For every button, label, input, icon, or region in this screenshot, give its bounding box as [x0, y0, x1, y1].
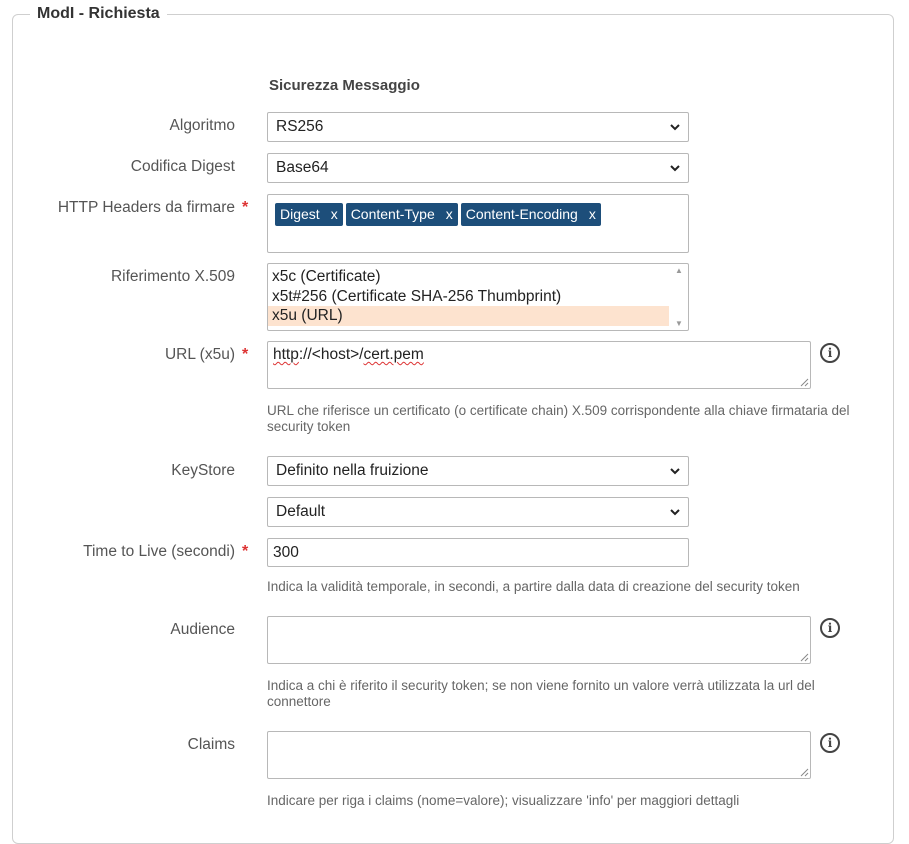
url-part: ://<host>/ [298, 346, 364, 363]
tag-label: Content-Type [350, 206, 435, 222]
url-part: cert.pem [363, 346, 424, 363]
keystore-type-select[interactable]: Default [267, 497, 689, 527]
required-mark: * [242, 543, 249, 560]
fieldset-legend: ModI - Richiesta [30, 5, 167, 23]
scroll-up-icon[interactable]: ▲ [675, 266, 683, 275]
tag-remove-button[interactable]: x [446, 206, 453, 222]
url-x5u-hint: URL che riferisce un certificato (o cert… [267, 403, 850, 434]
ttl-value: 300 [273, 543, 299, 561]
ttl-input[interactable]: 300 [267, 538, 689, 567]
algoritmo-label: Algoritmo [169, 117, 235, 134]
tag-digest: Digest x [275, 203, 343, 226]
keystore-select[interactable]: Definito nella fruizione [267, 456, 689, 486]
keystore-type-value: Default [276, 503, 326, 520]
codifica-digest-select[interactable]: Base64 [267, 153, 689, 183]
keystore-label: KeyStore [171, 462, 235, 479]
algoritmo-value: RS256 [276, 118, 324, 135]
resize-handle-icon[interactable] [800, 378, 809, 387]
url-part: http [273, 346, 299, 363]
option-x5t256[interactable]: x5t#256 (Certificate SHA-256 Thumbprint) [268, 287, 669, 307]
tag-content-type: Content-Type x [345, 203, 458, 226]
claims-hint: Indicare per riga i claims (nome=valore)… [267, 793, 740, 808]
ttl-hint: Indica la validità temporale, in secondi… [267, 579, 800, 594]
http-headers-tag-input[interactable]: Digest x Content-Type x Content-Encoding x [267, 194, 689, 253]
codifica-digest-label: Codifica Digest [130, 158, 235, 175]
option-x5c[interactable]: x5c (Certificate) [268, 267, 669, 287]
tag-remove-button[interactable]: x [589, 206, 596, 222]
required-mark: * [242, 346, 249, 363]
tag-label: Content-Encoding [465, 206, 578, 222]
option-x5u[interactable]: x5u (URL) [268, 306, 669, 326]
audience-textarea[interactable] [267, 616, 811, 664]
chevron-down-icon [670, 165, 680, 172]
resize-handle-icon[interactable] [800, 768, 809, 777]
claims-textarea[interactable] [267, 731, 811, 779]
chevron-down-icon [670, 509, 680, 516]
chevron-down-icon [670, 468, 680, 475]
url-x5u-label: URL (x5u) [164, 346, 235, 363]
tag-label: Digest [280, 206, 320, 222]
info-icon[interactable]: i [820, 618, 840, 638]
ttl-label: Time to Live (secondi) [83, 543, 235, 560]
info-icon[interactable]: i [820, 343, 840, 363]
audience-hint: Indica a chi è riferito il security toke… [267, 678, 815, 709]
riferimento-x509-label: Riferimento X.509 [110, 268, 235, 285]
riferimento-x509-listbox[interactable]: x5c (Certificate) x5t#256 (Certificate S… [267, 263, 689, 331]
listbox-scrollbar[interactable]: ▲ ▼ [671, 264, 688, 330]
chevron-down-icon [670, 124, 680, 131]
claims-label: Claims [187, 736, 235, 753]
algoritmo-select[interactable]: RS256 [267, 112, 689, 142]
tag-content-encoding: Content-Encoding x [460, 203, 601, 226]
section-title: Sicurezza Messaggio [269, 77, 420, 94]
info-icon[interactable]: i [820, 733, 840, 753]
http-headers-label: HTTP Headers da firmare [57, 199, 235, 216]
resize-handle-icon[interactable] [800, 653, 809, 662]
codifica-digest-value: Base64 [276, 159, 329, 176]
scroll-down-icon[interactable]: ▼ [675, 319, 683, 328]
url-x5u-textarea[interactable]: http://<host>/cert.pem [267, 341, 811, 389]
tag-remove-button[interactable]: x [331, 206, 338, 222]
required-mark: * [242, 199, 249, 216]
audience-label: Audience [170, 621, 235, 638]
keystore-value: Definito nella fruizione [276, 462, 429, 479]
